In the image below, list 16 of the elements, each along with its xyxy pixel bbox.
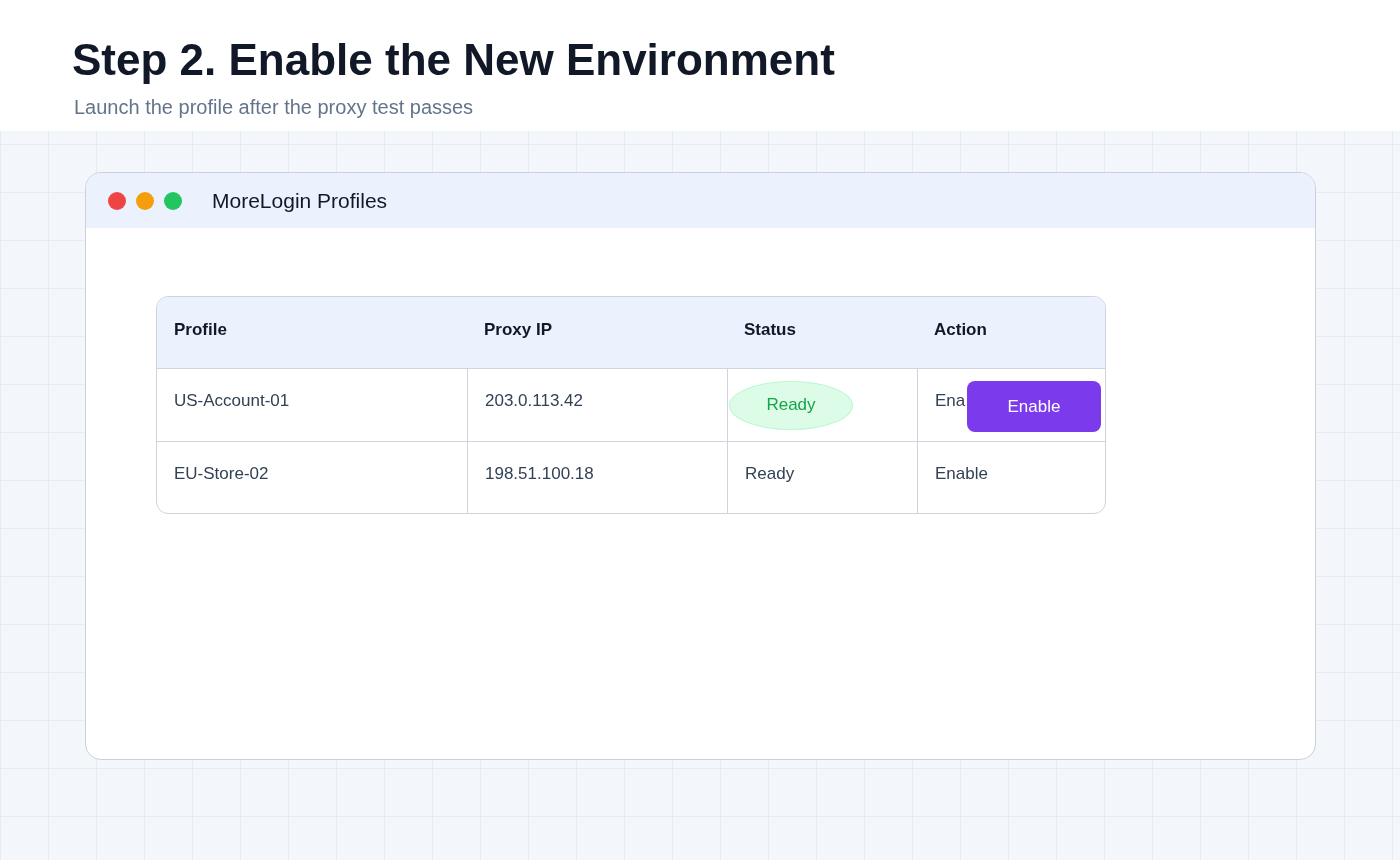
status-text: Ready [745,463,795,485]
table-cell-text: US-Account-01 [174,390,290,412]
column-header: Action [933,319,988,341]
table-cell-text: 203.0.113.42 [485,390,583,412]
page-title: Step 2. Enable the New Environment [72,38,836,82]
column-header: Status [743,319,797,341]
column-header: Profile [173,319,228,341]
page-subtitle: Launch the profile after the proxy test passes [74,95,475,120]
action-text: Ena [935,390,966,412]
action-text: Enable [935,463,988,485]
window-title: MoreLogin Profiles [212,187,388,214]
column-header: Proxy IP [483,319,554,341]
status-badge: Ready [729,381,853,430]
table-cell-text: EU-Store-02 [174,463,269,485]
enable-button[interactable]: Enable [967,381,1101,432]
table-cell-text: 198.51.100.18 [485,463,594,485]
